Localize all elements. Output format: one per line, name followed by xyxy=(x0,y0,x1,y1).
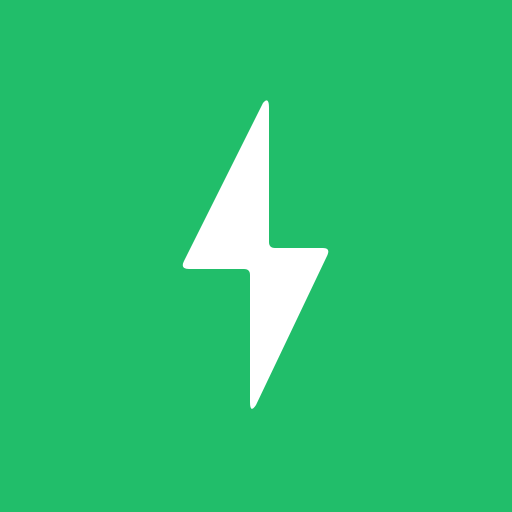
app-icon xyxy=(0,0,512,512)
